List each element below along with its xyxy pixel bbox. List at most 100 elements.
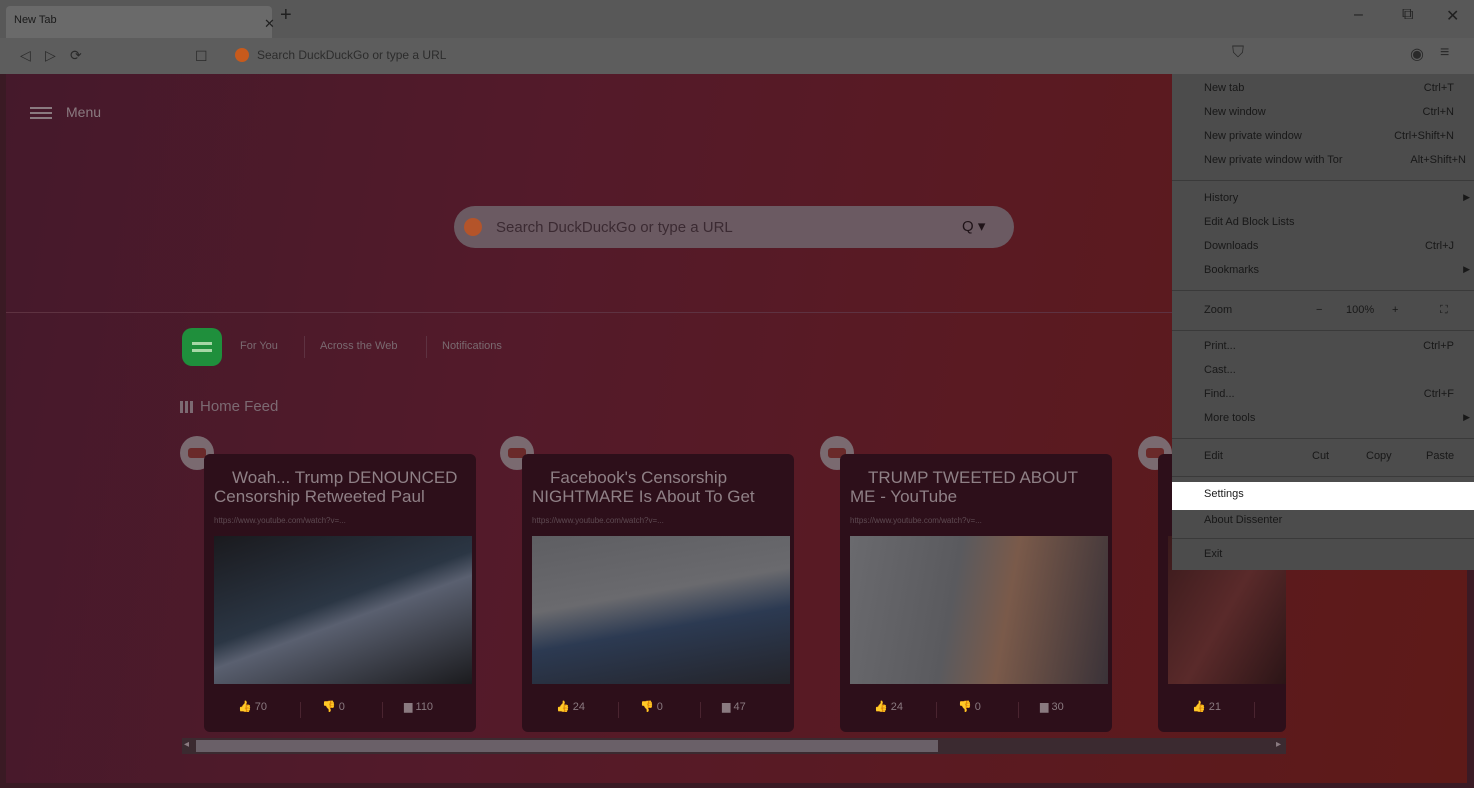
close-window-icon[interactable]: ✕: [1446, 6, 1459, 26]
menu-item-cast[interactable]: Cast...: [1172, 360, 1474, 384]
menu-item-exit[interactable]: Exit: [1172, 544, 1474, 568]
card-thumbnail[interactable]: [532, 536, 790, 684]
restore-icon[interactable]: ⧉: [1402, 6, 1413, 24]
divider: [1172, 180, 1474, 181]
card-stats: 👍 24 👎 0 ▆ 30: [840, 696, 1112, 720]
thumbs-up-icon[interactable]: 👍 70: [238, 700, 267, 713]
address-field[interactable]: ☐ Search DuckDuckGo or type a URL: [195, 44, 1170, 68]
menu-item-shortcut: Ctrl+J: [1424, 240, 1454, 252]
tab-notifications[interactable]: Notifications: [442, 340, 502, 352]
paste-button[interactable]: Paste: [1426, 450, 1454, 462]
menu-item-settings[interactable]: Settings: [1172, 482, 1474, 510]
divider: [382, 702, 383, 718]
card-title[interactable]: Woah... Trump DENOUNCED Censorship Retwe…: [214, 468, 470, 506]
tab-new-tab[interactable]: New Tab ✕: [6, 6, 275, 38]
divider: [426, 336, 427, 358]
duckduckgo-icon: [235, 48, 249, 62]
divider: [1254, 702, 1255, 718]
app-menu: New tab Ctrl+T New window Ctrl+N New pri…: [1172, 74, 1474, 570]
tab-across-the-web[interactable]: Across the Web: [320, 340, 397, 352]
minimize-icon[interactable]: –: [1354, 6, 1363, 24]
menu-item-label: Print...: [1204, 340, 1236, 352]
card-stats: 👍 21: [1158, 696, 1286, 720]
menu-item-shortcut: Ctrl+N: [1422, 106, 1454, 118]
likes-count: 24: [572, 701, 586, 713]
likes-count: 24: [890, 701, 904, 713]
menu-item-edit-ad-block-lists[interactable]: Edit Ad Block Lists: [1172, 212, 1474, 236]
cut-button[interactable]: Cut: [1312, 450, 1329, 462]
menu-item-shortcut: Ctrl+F: [1423, 388, 1454, 400]
main-menu-icon[interactable]: ≡: [1440, 44, 1449, 62]
horizontal-scrollbar[interactable]: ◂ ▸: [182, 738, 1286, 754]
menu-item-new-private-window-tor[interactable]: New private window with Tor Alt+Shift+N: [1172, 150, 1474, 174]
shield-icon[interactable]: ⛉: [1232, 44, 1244, 62]
tab-title: New Tab: [14, 14, 57, 26]
menu-item-label: Edit Ad Block Lists: [1204, 216, 1295, 228]
menu-item-history[interactable]: History ▶: [1172, 188, 1474, 212]
card-title[interactable]: Facebook's Censorship NIGHTMARE Is About…: [532, 468, 788, 506]
menu-item-label: Cast...: [1204, 364, 1236, 376]
card-thumbnail[interactable]: [214, 536, 472, 684]
menu-item-label: New tab: [1204, 82, 1245, 94]
menu-item-label: Exit: [1204, 548, 1223, 560]
zoom-label: Zoom: [1204, 304, 1233, 316]
menu-item-downloads[interactable]: Downloads Ctrl+J: [1172, 236, 1474, 260]
profile-icon[interactable]: ◉: [1410, 44, 1424, 64]
zoom-out-button[interactable]: −: [1316, 304, 1322, 316]
scrollbar-thumb[interactable]: [196, 740, 938, 752]
menu-item-more-tools[interactable]: More tools ▶: [1172, 408, 1474, 432]
fullscreen-icon[interactable]: ⛶: [1440, 304, 1448, 317]
menu-item-new-window[interactable]: New window Ctrl+N: [1172, 102, 1474, 126]
scroll-left-icon[interactable]: ◂: [184, 739, 189, 750]
forward-icon[interactable]: ▷: [45, 47, 56, 64]
comment-icon[interactable]: ▆ 30: [1040, 700, 1064, 713]
bookmark-icon[interactable]: ☐: [195, 48, 208, 65]
divider: [1018, 702, 1019, 718]
thumbs-down-icon[interactable]: 👎 0: [958, 700, 981, 713]
feed-card[interactable]: Facebook's Censorship NIGHTMARE Is About…: [522, 454, 794, 732]
card-title[interactable]: TRUMP TWEETED ABOUT ME - YouTube: [850, 468, 1106, 506]
divider: [1172, 538, 1474, 539]
dissenter-logo-icon: [182, 328, 222, 366]
menu-item-label: Settings: [1204, 488, 1244, 500]
scroll-right-icon[interactable]: ▸: [1276, 739, 1281, 750]
reload-icon[interactable]: ⟳: [70, 47, 82, 64]
likes-count: 70: [254, 701, 268, 713]
menu-item-about[interactable]: About Dissenter: [1172, 510, 1474, 534]
thumbs-down-icon[interactable]: 👎 0: [640, 700, 663, 713]
new-tab-plus-icon[interactable]: +: [280, 4, 292, 27]
home-feed-heading: Home Feed: [180, 398, 278, 415]
menu-item-label: Downloads: [1204, 240, 1259, 252]
card-url: https://www.youtube.com/watch?v=...: [214, 516, 346, 525]
submenu-arrow-icon: ▶: [1463, 192, 1470, 202]
feed-card[interactable]: TRUMP TWEETED ABOUT ME - YouTube https:/…: [840, 454, 1112, 732]
copy-button[interactable]: Copy: [1366, 450, 1392, 462]
card-thumbnail[interactable]: [850, 536, 1108, 684]
menu-item-new-tab[interactable]: New tab Ctrl+T: [1172, 78, 1474, 102]
dislikes-count: 0: [656, 701, 663, 713]
thumbs-up-icon[interactable]: 👍 21: [1192, 700, 1221, 713]
feed-card[interactable]: Woah... Trump DENOUNCED Censorship Retwe…: [204, 454, 476, 732]
tab-for-you[interactable]: For You: [240, 340, 278, 352]
menu-item-label: More tools: [1204, 412, 1256, 424]
divider: [1172, 330, 1474, 331]
menu-item-print[interactable]: Print... Ctrl+P: [1172, 336, 1474, 360]
address-placeholder: Search DuckDuckGo or type a URL: [257, 48, 447, 62]
menu-item-label: Bookmarks: [1204, 264, 1260, 276]
hamburger-icon: [30, 107, 52, 119]
comment-icon[interactable]: ▆ 47: [722, 700, 746, 713]
thumbs-down-icon[interactable]: 👎 0: [322, 700, 345, 713]
divider: [304, 336, 305, 358]
menu-item-bookmarks[interactable]: Bookmarks ▶: [1172, 260, 1474, 284]
search-input[interactable]: Search DuckDuckGo or type a URL Q ▾: [454, 206, 1014, 248]
close-tab-icon[interactable]: ✕: [264, 16, 275, 32]
zoom-in-button[interactable]: +: [1392, 304, 1398, 316]
thumbs-up-icon[interactable]: 👍 24: [556, 700, 585, 713]
thumbs-up-icon[interactable]: 👍 24: [874, 700, 903, 713]
menu-item-new-private-window[interactable]: New private window Ctrl+Shift+N: [1172, 126, 1474, 150]
comment-icon[interactable]: ▆ 110: [404, 700, 433, 713]
search-icon[interactable]: Q ▾: [962, 217, 985, 235]
menu-item-find[interactable]: Find... Ctrl+F: [1172, 384, 1474, 408]
back-icon[interactable]: ◁: [20, 47, 31, 64]
card-url: https://www.youtube.com/watch?v=...: [850, 516, 982, 525]
